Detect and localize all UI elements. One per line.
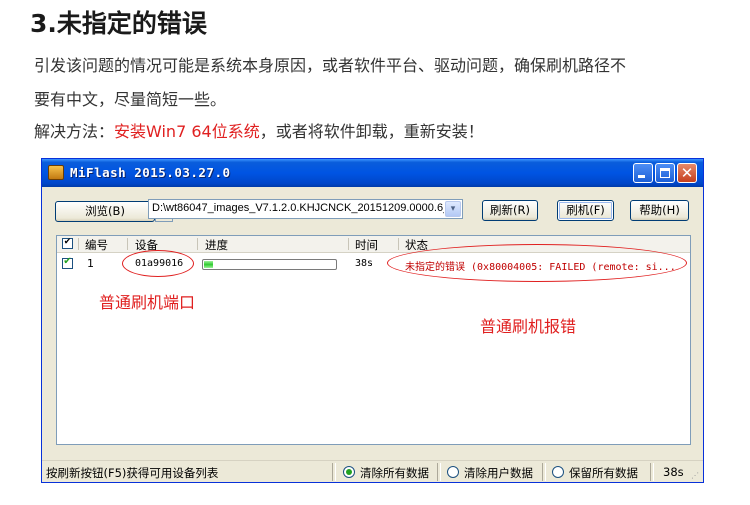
radio-clear-all-label[interactable]: 清除所有数据 (360, 465, 429, 481)
row-number: 1 (87, 257, 94, 270)
flash-button[interactable]: 刷机(F) (557, 200, 614, 221)
help-button[interactable]: 帮助(H) (630, 200, 689, 221)
solution-highlight: 安装Win7 64位系统 (114, 122, 260, 141)
resize-grip-icon[interactable]: ⋰ (691, 471, 701, 481)
firmware-path-value[interactable]: D:\wt86047_images_V7.1.2.0.KHJCNCK_20151… (152, 202, 444, 214)
browse-button[interactable]: 浏览(B) (55, 201, 155, 222)
error-annotation: 普通刷机报错 (480, 317, 577, 336)
solution-line: 解决方法：安装Win7 64位系统，或者将软件卸载，重新安装！ (34, 118, 484, 142)
port-annotation: 普通刷机端口 (99, 293, 196, 312)
minimize-button[interactable] (633, 163, 653, 183)
column-divider (398, 238, 399, 250)
column-header-progress[interactable]: 进度 (205, 237, 228, 253)
check-icon: ✔ (63, 256, 72, 267)
refresh-button[interactable]: 刷新(R) (482, 200, 538, 221)
column-divider (197, 238, 198, 250)
close-icon: ✕ (680, 164, 694, 182)
column-header-time[interactable]: 时间 (355, 237, 378, 253)
maximize-button[interactable] (655, 163, 675, 183)
device-port-highlight (122, 250, 194, 277)
status-divider (542, 463, 546, 481)
article-heading: 3.未指定的错误 (30, 9, 207, 38)
progress-fill (204, 261, 213, 268)
status-divider (332, 463, 336, 481)
firmware-path-combobox[interactable]: D:\wt86047_images_V7.1.2.0.KHJCNCK_20151… (148, 199, 463, 219)
radio-keep-all[interactable] (552, 466, 564, 478)
radio-clear-user[interactable] (447, 466, 459, 478)
window-titlebar[interactable]: MiFlash 2015.03.27.0 ✕ (42, 159, 703, 187)
status-elapsed: 38s (663, 465, 684, 479)
status-hint: 按刷新按钮(F5)获得可用设备列表 (46, 466, 219, 480)
row-checkbox[interactable]: ✔ (62, 256, 73, 269)
radio-clear-all[interactable] (343, 466, 355, 478)
column-header-number[interactable]: 编号 (85, 237, 108, 253)
status-divider (437, 463, 441, 481)
maximize-icon (660, 168, 670, 178)
status-divider (650, 463, 654, 481)
error-status-highlight (387, 244, 687, 282)
check-icon: ✔ (63, 237, 72, 247)
article-paragraph-line-1: 引发该问题的情况可能是系统本身原因，或者软件平台、驱动问题，确保刷机路径不 (34, 56, 627, 75)
minimize-icon (638, 175, 645, 178)
chevron-down-icon: ▾ (450, 204, 456, 214)
solution-prefix: 解决方法： (34, 122, 115, 141)
close-button[interactable]: ✕ (677, 163, 697, 183)
column-divider (348, 238, 349, 250)
radio-clear-user-label[interactable]: 清除用户数据 (464, 465, 533, 481)
path-dropdown-button[interactable]: ▾ (445, 201, 461, 217)
column-divider (127, 238, 128, 250)
app-icon (48, 165, 64, 180)
radio-icon (346, 469, 352, 475)
article-paragraph-line-2: 要有中文，尽量简短一些。 (34, 90, 227, 109)
row-time: 38s (355, 258, 374, 269)
row-progress-bar (202, 259, 337, 270)
status-bar: 按刷新按钮(F5)获得可用设备列表 清除所有数据 清除用户数据 保留所有数据 3… (42, 460, 703, 482)
column-divider (78, 238, 79, 250)
window-title: MiFlash 2015.03.27.0 (70, 165, 231, 180)
solution-suffix: ，或者将软件卸载，重新安装！ (259, 122, 484, 141)
radio-keep-all-label[interactable]: 保留所有数据 (569, 465, 638, 481)
miflash-window: MiFlash 2015.03.27.0 ✕ 浏览(B) ▼ D:\wt8604… (41, 158, 704, 483)
select-all-checkbox[interactable]: ✔ (62, 237, 73, 249)
